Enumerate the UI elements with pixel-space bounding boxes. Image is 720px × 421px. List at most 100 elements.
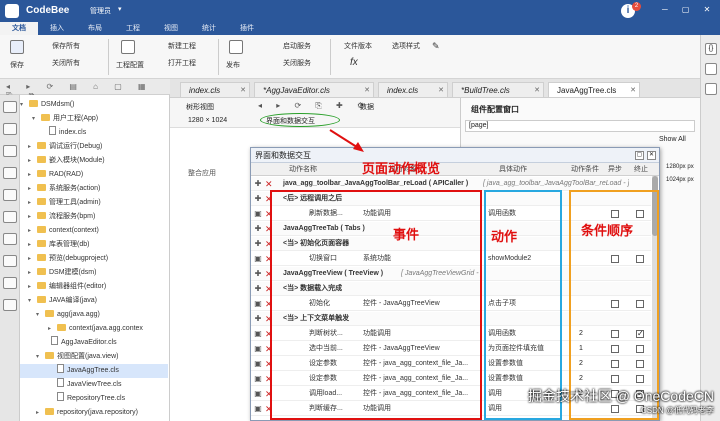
tree-node[interactable]: ▸ repository(java.repository) xyxy=(20,406,168,420)
side-strip-icon[interactable] xyxy=(705,63,717,75)
tree-node[interactable]: ▸ RAD(RAD) xyxy=(20,168,168,182)
tree-node[interactable]: ▾ 用户工程(App) xyxy=(20,112,168,126)
terminal-icon[interactable] xyxy=(121,40,135,54)
tree-node[interactable]: ▸ context(context) xyxy=(20,224,168,238)
expand-arrow-icon[interactable]: ▸ xyxy=(48,322,57,336)
tab-javaaggtree[interactable]: JavaAggTree.cls ✕ xyxy=(548,82,640,97)
project-config-button[interactable]: 工程配置 xyxy=(116,60,144,70)
tree-node[interactable]: ▸ 管理工具(admin) xyxy=(20,196,168,210)
side-strip-icon[interactable] xyxy=(3,123,17,135)
expand-arrow-icon[interactable]: ▸ xyxy=(28,140,37,154)
tree-node[interactable]: ▸ 流程服务(bpm) xyxy=(20,210,168,224)
ribbon-tab-document[interactable]: 文档 xyxy=(0,22,38,35)
save-button[interactable]: 保存 xyxy=(10,60,24,70)
side-strip-icon[interactable] xyxy=(3,167,17,179)
side-strip-icon[interactable] xyxy=(3,277,17,289)
tree-node[interactable]: ▾ 视图配置(java.view) xyxy=(20,350,168,364)
edit-icon[interactable]: ▣ xyxy=(254,390,262,398)
ribbon-tab-layout[interactable]: 布局 xyxy=(76,22,114,35)
close-all-button[interactable]: 关闭所有 xyxy=(52,58,80,68)
side-strip-icon[interactable] xyxy=(3,299,17,311)
tree-node[interactable]: JavaAggTree.cls xyxy=(20,364,168,378)
data-dropdown[interactable]: 数据 xyxy=(360,102,374,112)
option-style-dropdown[interactable]: 选项样式 xyxy=(392,41,420,51)
tree-node[interactable]: JavaViewTree.cls xyxy=(20,378,168,392)
add-icon[interactable]: ✚ xyxy=(254,180,262,188)
tab-index-1[interactable]: index.cls ✕ xyxy=(180,82,250,97)
tree-node[interactable]: AggJavaEditor.cls xyxy=(20,336,168,350)
close-icon[interactable]: ✕ xyxy=(647,151,656,160)
tab-aggjavaeditor[interactable]: *AggJavaEditor.cls ✕ xyxy=(254,82,374,97)
edit-icon[interactable]: ▣ xyxy=(254,300,262,308)
pin-icon[interactable]: ✎ xyxy=(432,41,440,52)
expand-arrow-icon[interactable]: ▸ xyxy=(28,238,37,252)
add-icon[interactable]: ✚ xyxy=(254,240,262,248)
user-dropdown-icon[interactable]: ▾ xyxy=(118,5,122,13)
expand-arrow-icon[interactable]: ▸ xyxy=(28,266,37,280)
close-icon[interactable]: ✕ xyxy=(240,83,246,98)
tree-node[interactable]: ▸ 编辑器组件(editor) xyxy=(20,280,168,294)
expand-arrow-icon[interactable]: ▾ xyxy=(20,98,29,112)
component-field[interactable]: [page] xyxy=(465,120,695,132)
code-icon[interactable]: {} xyxy=(705,43,717,55)
user-menu[interactable]: 管理员 xyxy=(90,6,111,16)
expand-arrow-icon[interactable]: ▸ xyxy=(28,210,37,224)
expand-arrow-icon[interactable]: ▸ xyxy=(28,168,37,182)
tree-node[interactable]: ▾ JAVA编译(java) xyxy=(20,294,168,308)
add-icon[interactable]: ✚ xyxy=(254,315,262,323)
tree-node[interactable]: ▸ 嵌入模块(Module) xyxy=(20,154,168,168)
tree-node[interactable]: ▸ 库表管理(db) xyxy=(20,238,168,252)
ribbon-tab-plugins[interactable]: 插件 xyxy=(228,22,266,35)
expand-arrow-icon[interactable]: ▾ xyxy=(28,294,37,308)
side-strip-icon[interactable] xyxy=(3,255,17,267)
tab-buildtree[interactable]: *BuildTree.cls ✕ xyxy=(452,82,544,97)
file-version-button[interactable]: 文件版本 xyxy=(344,41,372,51)
expand-arrow-icon[interactable]: ▸ xyxy=(28,154,37,168)
formula-icon[interactable]: fx xyxy=(350,57,358,68)
ribbon-tab-stats[interactable]: 统计 xyxy=(190,22,228,35)
add-icon[interactable]: ✚ xyxy=(254,195,262,203)
expand-arrow-icon[interactable]: ▸ xyxy=(28,224,37,238)
delete-icon[interactable]: ✕ xyxy=(265,179,273,189)
ribbon-tab-insert[interactable]: 插入 xyxy=(38,22,76,35)
expand-arrow-icon[interactable]: ▾ xyxy=(36,308,45,322)
maximize-icon[interactable]: ▢ xyxy=(635,151,644,160)
expand-arrow-icon[interactable]: ▸ xyxy=(28,196,37,210)
ribbon-tab-view[interactable]: 视图 xyxy=(152,22,190,35)
close-icon[interactable]: ✕ xyxy=(438,83,444,98)
ribbon-tab-project[interactable]: 工程 xyxy=(114,22,152,35)
tree-view-button[interactable]: 树形视图 xyxy=(186,102,214,112)
add-icon[interactable]: ✚ xyxy=(254,225,262,233)
tree-node[interactable]: ▸ 预览(debugproject) xyxy=(20,252,168,266)
tree-node[interactable]: ▸ 系统服务(action) xyxy=(20,182,168,196)
tree-node[interactable]: ▸ 调试运行(Debug) xyxy=(20,140,168,154)
save-all-button[interactable]: 保存所有 xyxy=(52,41,80,51)
open-project-button[interactable]: 打开工程 xyxy=(168,58,196,68)
side-strip-icon[interactable] xyxy=(3,233,17,245)
side-strip-icon[interactable] xyxy=(705,83,717,95)
side-strip-icon[interactable] xyxy=(3,101,17,113)
edit-icon[interactable]: ▣ xyxy=(254,375,262,383)
save-icon[interactable] xyxy=(10,40,24,54)
close-icon[interactable]: ✕ xyxy=(630,83,636,98)
publish-button[interactable]: 发布 xyxy=(226,60,240,70)
tab-index-2[interactable]: index.cls ✕ xyxy=(378,82,448,97)
add-icon[interactable]: ✚ xyxy=(254,285,262,293)
tree-node[interactable]: ▾ DSMdsm() xyxy=(20,98,168,112)
edit-icon[interactable]: ▣ xyxy=(254,345,262,353)
expand-arrow-icon[interactable]: ▸ xyxy=(28,182,37,196)
show-all-toggle[interactable]: Show All xyxy=(659,136,686,143)
close-icon[interactable]: ✕ xyxy=(364,83,370,98)
grid-icon[interactable] xyxy=(229,40,243,54)
side-strip-icon[interactable] xyxy=(3,189,17,201)
size-selector[interactable]: 1280 × 1024 xyxy=(188,117,227,124)
tree-node[interactable]: ▸ context(java.agg.contex xyxy=(20,322,168,336)
add-icon[interactable]: ✚ xyxy=(254,270,262,278)
toolbar-icons[interactable]: ◂ ▸ ⟳ ⎘ ✚ ⚙ xyxy=(258,101,370,111)
expand-arrow-icon[interactable]: ▸ xyxy=(28,280,37,294)
side-strip-icon[interactable] xyxy=(3,145,17,157)
stop-service-button[interactable]: 关闭服务 xyxy=(283,58,311,68)
expand-arrow-icon[interactable]: ▸ xyxy=(28,252,37,266)
edit-icon[interactable]: ▣ xyxy=(254,360,262,368)
table-row[interactable]: ✚ ✕ java_agg_toolbar_JavaAggToolBar_reLoad… xyxy=(251,177,651,191)
